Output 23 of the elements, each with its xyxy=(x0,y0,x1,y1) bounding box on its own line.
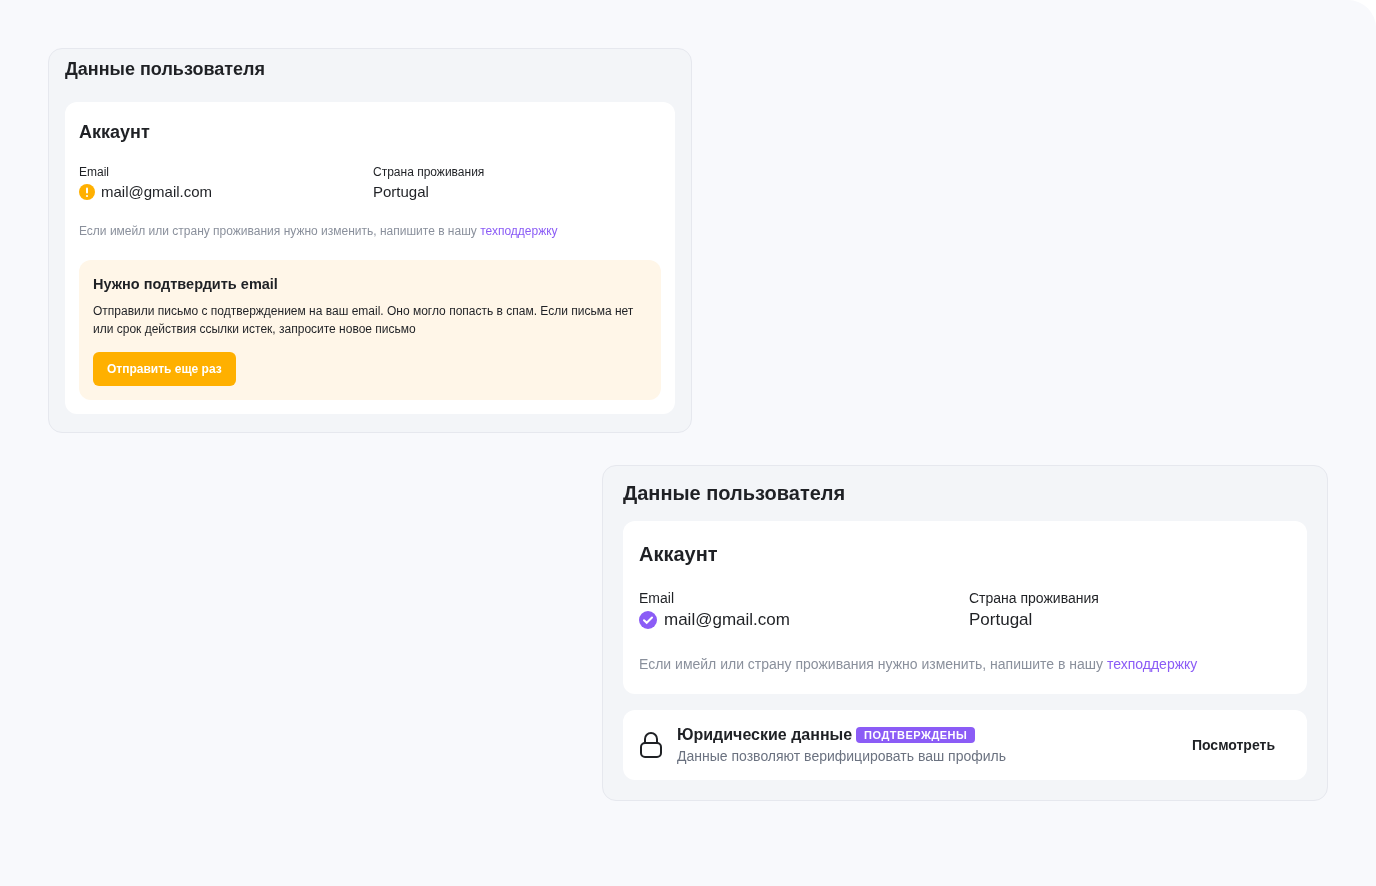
panel-title: Данные пользователя xyxy=(65,59,266,80)
email-value: mail@gmail.com xyxy=(664,610,790,630)
view-button[interactable]: Посмотреть xyxy=(1191,737,1275,753)
status-badge: ПОДТВЕРЖДЕНЫ xyxy=(856,727,976,743)
support-link[interactable]: техподдержку xyxy=(1106,656,1198,672)
support-link[interactable]: техподдержку xyxy=(480,224,558,238)
alert-text: Отправили письмо с подтверждением на ваш email. Оно могло попасть в спам. Если письма нет или срок действия ссылки истек, запросите новое письмо xyxy=(93,303,635,338)
card-title: Аккаунт xyxy=(639,543,719,566)
field-label: Email xyxy=(639,590,675,606)
email-value: mail@gmail.com xyxy=(101,183,213,200)
legal-subtitle: Данные позволяют верифицировать ваш профиль xyxy=(677,748,1008,764)
support-note: Если имейл или страну проживания нужно изменить, напишите в нашу техподдержку xyxy=(79,224,559,238)
alert-title: Нужно подтвердить email xyxy=(93,276,278,292)
panel-title: Данные пользователя xyxy=(623,482,847,505)
field-label: Страна проживания xyxy=(373,165,486,179)
card-title: Аккаунт xyxy=(79,122,151,143)
legal-title: Юридические данные xyxy=(677,726,853,744)
support-note: Если имейл или страну проживания нужно изменить, напишите в нашу техподдержку xyxy=(639,656,1199,672)
country-value: Portugal xyxy=(373,183,429,200)
country-value: Portugal xyxy=(969,610,1033,630)
field-label: Страна проживания xyxy=(969,590,1100,606)
field-label: Email xyxy=(79,165,110,179)
lock-icon xyxy=(639,731,663,759)
